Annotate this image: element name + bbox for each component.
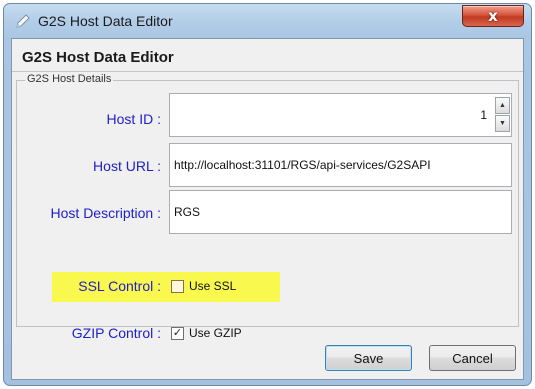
host-url-input[interactable]: http://localhost:31101/RGS/api-services/… <box>169 143 512 187</box>
ssl-control-label: SSL Control : <box>78 278 161 294</box>
host-details-group: G2S Host Details Host ID : 1 ▲ ▼ Host UR… <box>16 73 519 341</box>
use-gzip-checkbox[interactable]: ✓ <box>171 326 184 340</box>
host-description-input[interactable]: RGS <box>169 190 512 234</box>
spinner-down-button[interactable]: ▼ <box>495 115 510 132</box>
dialog-body: G2S Host Data Editor G2S Host Details Ho… <box>11 38 524 380</box>
use-ssl-checkbox[interactable] <box>171 279 184 293</box>
use-ssl-label: Use SSL <box>189 279 237 293</box>
use-ssl-checkbox-row[interactable]: Use SSL <box>171 279 236 293</box>
gzip-control-label: GZIP Control : <box>71 325 161 341</box>
host-description-label: Host Description : <box>50 205 161 221</box>
host-url-value: http://localhost:31101/RGS/api-services/… <box>174 158 431 172</box>
host-description-value: RGS <box>174 205 201 219</box>
host-id-input[interactable]: 1 ▲ ▼ <box>169 93 512 137</box>
dialog-heading: G2S Host Data Editor <box>22 49 174 66</box>
chevron-up-icon: ▲ <box>499 102 506 109</box>
close-icon: x <box>488 6 498 25</box>
use-gzip-label: Use GZIP <box>189 326 242 340</box>
host-id-label: Host ID : <box>106 111 161 127</box>
window-title: G2S Host Data Editor <box>38 13 173 29</box>
heading-divider <box>12 71 523 72</box>
group-title: G2S Host Details <box>25 73 114 85</box>
cancel-button[interactable]: Cancel <box>429 345 516 371</box>
use-gzip-checkbox-row[interactable]: ✓ Use GZIP <box>171 326 242 340</box>
dialog-window: G2S Host Data Editor x G2S Host Data Edi… <box>3 3 532 386</box>
save-button[interactable]: Save <box>325 345 412 371</box>
pencil-icon <box>16 14 30 28</box>
host-id-spinner: ▲ ▼ <box>495 97 510 133</box>
checkmark-icon: ✓ <box>172 326 183 339</box>
title-bar[interactable]: G2S Host Data Editor x <box>4 4 531 38</box>
spinner-up-button[interactable]: ▲ <box>495 97 510 114</box>
close-button[interactable]: x <box>462 5 524 27</box>
host-id-value: 1 <box>480 108 487 122</box>
host-url-label: Host URL : <box>93 158 161 174</box>
chevron-down-icon: ▼ <box>499 120 506 127</box>
